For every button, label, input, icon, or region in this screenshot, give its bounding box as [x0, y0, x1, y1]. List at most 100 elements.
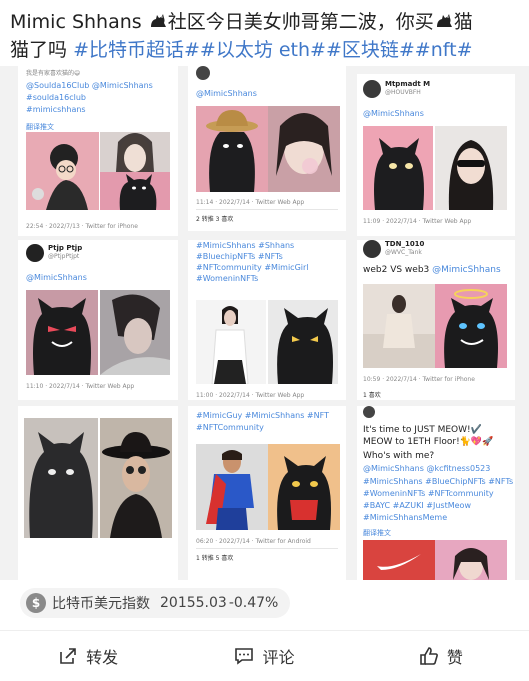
translate-link[interactable]: 翻译推文: [363, 528, 391, 538]
tweet-handle[interactable]: @Soulda16Club @MimicShhans: [26, 80, 153, 91]
divider: [196, 548, 338, 549]
tweet-stats: 1 喜欢: [363, 392, 381, 399]
tweet-author-name[interactable]: Ptjp Ptjp: [48, 244, 82, 252]
tweet-author-name[interactable]: TDN_1010: [385, 240, 424, 248]
translate-link[interactable]: 翻译推文: [26, 122, 54, 132]
bitcoin-index-bar[interactable]: $ 比特币美元指数 20155.03 -0.47%: [20, 588, 291, 618]
post-author[interactable]: Mimic Shhans: [10, 11, 142, 33]
woman-sitting-photo: [363, 284, 435, 368]
tweet-meta: 10:59 · 2022/7/14 · Twitter for iPhone: [363, 376, 475, 383]
thumbs-up-icon: [420, 647, 438, 665]
tweet-card-7[interactable]: [18, 406, 178, 580]
tweet-meta: 22:54 · 2022/7/13 · Twitter for iPhone: [26, 223, 138, 230]
tweet-meta: 11:14 · 2022/7/14 · Twitter Web App: [196, 199, 305, 206]
superman-photo: [196, 444, 268, 530]
tweet-hashtag[interactable]: #NFTcommunity #MimicGirl: [196, 262, 309, 273]
tweet-author-handle[interactable]: @HOUVBFH: [385, 89, 421, 96]
tweet-author-handle[interactable]: @PtjpPtjpt: [48, 253, 79, 260]
nike-shoe-image: [363, 540, 435, 580]
girl-bubble-photo: [268, 106, 340, 192]
tweet-meta: 11:10 · 2022/7/14 · Twitter Web App: [26, 383, 135, 390]
repost-label: 转发: [86, 648, 119, 667]
woman-white-outfit-photo: [196, 300, 266, 384]
post-text: Mimic Shhans 社区今日美女帅哥第二波，你买猫 猫了吗 #比特币超话#…: [10, 8, 522, 64]
post-text-line1: 社区今日美女帅哥第二波，你买: [167, 11, 434, 33]
tweet-hashtag[interactable]: #BluechipNFTs #NFTs: [196, 251, 283, 262]
tweet-card-9[interactable]: It's time to JUST MEOW!✔️ MEOW to 1ETH F…: [357, 406, 515, 580]
like-label: 赞: [446, 648, 463, 667]
tweet-handle[interactable]: @MimicShhans: [363, 108, 424, 119]
repost-button[interactable]: 转发: [0, 631, 176, 681]
tweet-body-text: web2 VS web3: [363, 265, 433, 275]
black-cat-icon: [436, 14, 452, 27]
tweet-stats: 1 转推 5 喜欢: [196, 555, 234, 562]
shadow-cat-image: [268, 300, 338, 384]
tweet-body-line: Who's with me?: [363, 451, 435, 461]
comment-label: 评论: [262, 648, 295, 667]
tweet-hashtag[interactable]: #BAYC #AZUKI #JustMeow: [363, 500, 471, 511]
tweet-hashtag[interactable]: #MimicShhans #BlueChipNFTs #NFTs: [363, 476, 513, 487]
tweet-hashtag[interactable]: #WomeninNFTs: [196, 273, 258, 284]
black-cat-image: [363, 126, 433, 210]
man-photo: [100, 290, 170, 375]
like-button[interactable]: 赞: [353, 631, 529, 681]
tweet-stats: 2 转推 3 喜欢: [196, 216, 234, 223]
tweet-card-6[interactable]: TDN_1010 @WVC_Tank web2 VS web3 @MimicSh…: [357, 240, 515, 400]
avatar[interactable]: [363, 80, 381, 98]
post-image-collage[interactable]: 我是有家喜欢猫的😄 @Soulda16Club @MimicShhans #so…: [0, 66, 529, 580]
tweet-hashtag[interactable]: #MimicShhans #Shhans: [196, 240, 294, 251]
tweet-author-name[interactable]: Mtpmadt M: [385, 80, 430, 88]
share-icon: [60, 648, 76, 664]
index-name: 比特币美元指数: [52, 596, 150, 612]
tweet-card-2[interactable]: @MimicShhans 11:14 · 2022/7/14 · Twitter…: [188, 66, 346, 231]
tweet-top-line: 我是有家喜欢猫的😄: [26, 70, 81, 77]
tweet-hashtag[interactable]: #WomeninNFTs #NFTcommunity: [363, 488, 494, 499]
post-text-cat: 猫: [453, 11, 473, 33]
black-cat-hat-image: [196, 106, 268, 192]
black-cat-icon: [150, 14, 166, 27]
girl-photo: [435, 540, 507, 580]
divider: [196, 209, 338, 210]
avatar[interactable]: [26, 244, 44, 262]
action-bar: 转发 评论 赞: [0, 630, 529, 681]
tweet-card-1[interactable]: 我是有家喜欢猫的😄 @Soulda16Club @MimicShhans #so…: [18, 66, 178, 236]
girl-sunglasses-photo: [435, 126, 507, 210]
angel-cat-image: [435, 284, 507, 368]
tweet-hashtag[interactable]: #MimicGuy #MimicShhans #NFT: [196, 410, 329, 421]
black-cat-image: [100, 172, 170, 210]
tweet-body-line: It's time to JUST MEOW!✔️: [363, 425, 482, 435]
tweet-mention[interactable]: @MimicShhans: [432, 265, 501, 275]
post-text-line2: 猫了吗: [10, 39, 68, 61]
tweet-hashtag[interactable]: #mimicshhans: [26, 104, 86, 115]
post-hashtags[interactable]: #比特币超话##以太坊 eth##区块链##nft#: [73, 39, 472, 61]
tweet-meta: 11:00 · 2022/7/14 · Twitter Web App: [196, 392, 305, 399]
tweet-meta: 06:20 · 2022/7/14 · Twitter for Android: [196, 538, 311, 545]
avatar[interactable]: [196, 66, 210, 80]
cartoon-girl-image: [26, 132, 99, 210]
comment-icon: [235, 648, 254, 665]
comment-button[interactable]: 评论: [176, 631, 352, 681]
tweet-hashtag[interactable]: #soulda16club: [26, 92, 86, 103]
tweet-body-line: MEOW to 1ETH Floor!🐈💖🚀: [363, 437, 494, 447]
tweet-card-5[interactable]: #MimicShhans #Shhans #BluechipNFTs #NFTs…: [188, 240, 346, 400]
tweet-body: web2 VS web3 @MimicShhans: [363, 264, 501, 276]
tweet-card-3[interactable]: Mtpmadt M @HOUVBFH @MimicShhans 11:09 · …: [357, 74, 515, 236]
tweet-hashtag[interactable]: #NFTCommunity: [196, 422, 264, 433]
tweet-card-4[interactable]: Ptjp Ptjp @PtjpPtjpt @MimicShhans 11:10 …: [18, 240, 178, 400]
girl-photo: [100, 132, 170, 172]
woman-hat-photo: [100, 418, 172, 538]
dollar-coin-icon: $: [26, 593, 46, 613]
tweet-hashtag[interactable]: #MimicShhansMeme: [363, 512, 447, 523]
index-value: 20155.03: [160, 595, 227, 611]
evil-cat-image: [26, 290, 98, 375]
avatar[interactable]: [363, 406, 375, 418]
cat-hat-image: [24, 418, 98, 538]
tweet-handle[interactable]: @MimicShhans: [26, 272, 87, 283]
tweet-author-handle[interactable]: @WVC_Tank: [385, 249, 422, 256]
tweet-mention[interactable]: @MimicShhans @kcfitness0523: [363, 463, 490, 474]
tweet-handle[interactable]: @MimicShhans: [196, 88, 257, 99]
tweet-meta: 11:09 · 2022/7/14 · Twitter Web App: [363, 218, 472, 225]
avatar[interactable]: [363, 240, 381, 258]
tweet-card-8[interactable]: #MimicGuy #MimicShhans #NFT #NFTCommunit…: [188, 406, 346, 580]
superman-cat-image: [268, 444, 340, 530]
